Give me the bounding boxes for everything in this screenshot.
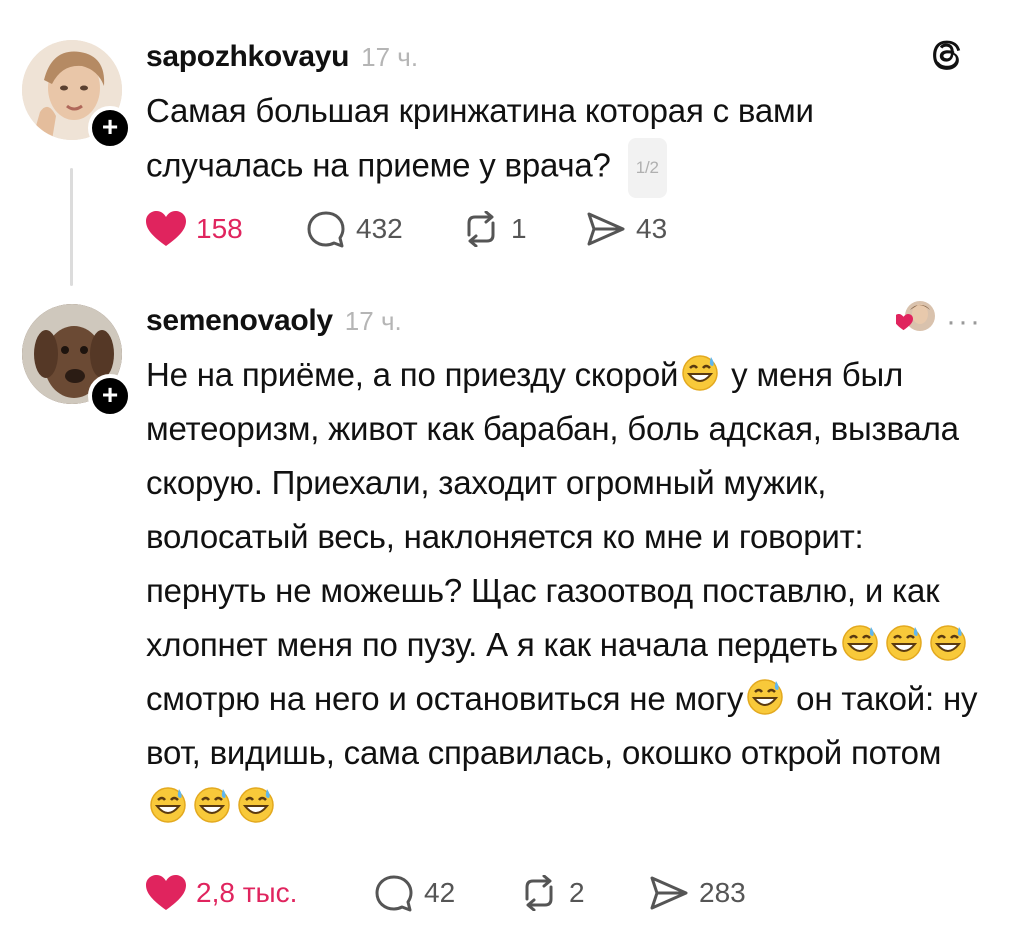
reply-text-segment: у меня был метеоризм, живот как барабан,… — [146, 356, 959, 663]
reply-button[interactable]: 42 — [374, 874, 519, 912]
repost-count: 1 — [511, 213, 527, 244]
like-count: 2,8 тыс. — [196, 877, 298, 908]
repost-count: 2 — [569, 877, 585, 908]
reply-count: 42 — [424, 877, 456, 908]
repost-button[interactable]: 2 — [519, 875, 649, 911]
share-count: 43 — [636, 213, 668, 244]
post-text-line: случалась на приеме у врача? — [146, 146, 611, 184]
comment-icon — [375, 875, 413, 912]
like-button[interactable]: 158 — [146, 211, 306, 247]
thread-line — [70, 168, 73, 286]
comment-icon — [307, 211, 345, 248]
reply-button[interactable]: 432 — [306, 210, 461, 248]
share-button[interactable]: 283 — [649, 875, 746, 911]
grinning-sweat-emoji — [840, 622, 880, 662]
heart-icon — [146, 875, 186, 910]
grinning-sweat-emoji — [192, 784, 232, 824]
grinning-sweat-emoji — [928, 622, 968, 662]
reply-text-segment: смотрю на него и остановиться не могу — [146, 680, 744, 717]
username[interactable]: semenovaoly — [146, 304, 333, 338]
post-text-line: Самая большая кринжатина которая с вами — [146, 92, 814, 129]
grinning-sweat-emoji — [236, 784, 276, 824]
share-icon — [650, 876, 688, 910]
grinning-sweat-emoji — [884, 622, 924, 662]
share-icon — [587, 212, 625, 246]
repost-icon — [467, 211, 495, 247]
follow-button[interactable]: + — [88, 106, 132, 150]
repost-icon — [525, 875, 553, 911]
like-button[interactable]: 2,8 тыс. — [146, 875, 374, 911]
share-button[interactable]: 43 — [586, 211, 667, 247]
reply-count: 432 — [356, 213, 403, 244]
post-text: Самая большая кринжатина которая с вами … — [146, 84, 984, 198]
username[interactable]: sapozhkovayu — [146, 40, 349, 74]
reply-post: + semenovaoly 17 ч. Не на приёме, а по п… — [0, 290, 1024, 945]
page-indicator: 1/2 — [627, 138, 667, 198]
original-post: + sapozhkovayu 17 ч. Самая большая кринж… — [0, 0, 1024, 290]
like-count: 158 — [196, 213, 243, 244]
share-count: 283 — [699, 877, 746, 908]
reply-text: Не на приёме, а по приезду скорой у меня… — [146, 348, 978, 834]
grinning-sweat-emoji — [680, 352, 720, 392]
grinning-sweat-emoji — [745, 676, 785, 716]
heart-icon — [146, 211, 186, 246]
timestamp: 17 ч. — [361, 42, 419, 72]
grinning-sweat-emoji — [148, 784, 188, 824]
follow-button[interactable]: + — [88, 374, 132, 418]
repost-button[interactable]: 1 — [461, 211, 586, 247]
timestamp: 17 ч. — [344, 306, 402, 336]
reply-text-segment: Не на приёме, а по приезду скорой — [146, 356, 679, 393]
